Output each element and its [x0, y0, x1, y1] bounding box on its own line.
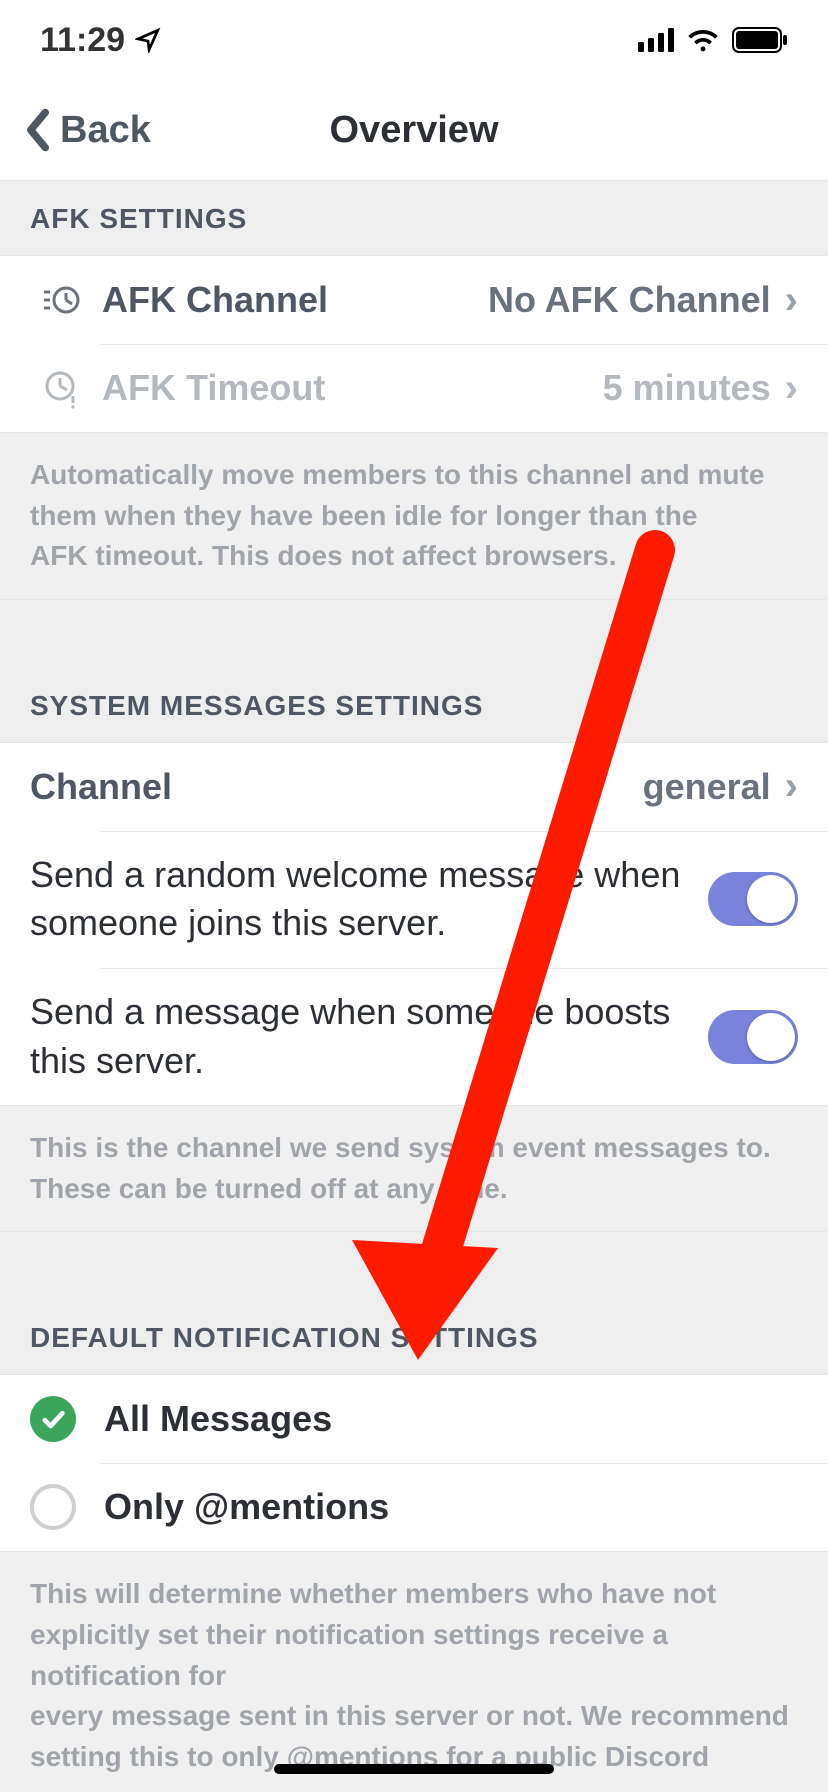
status-time: 11:29	[40, 21, 125, 60]
clock-alert-icon	[30, 366, 90, 410]
wifi-icon	[686, 28, 720, 52]
afk-channel-label: AFK Channel	[102, 279, 328, 321]
afk-channel-row[interactable]: AFK Channel No AFK Channel ›	[0, 256, 828, 344]
status-bar: 11:29	[0, 0, 828, 80]
notif-option-all[interactable]: All Messages	[0, 1375, 828, 1463]
boost-toggle[interactable]	[708, 1010, 798, 1064]
chevron-right-icon: ›	[785, 764, 798, 809]
radio-unchecked-icon	[30, 1484, 76, 1530]
system-footer: This is the channel we send system event…	[0, 1106, 828, 1231]
welcome-message-label: Send a random welcome message when someo…	[30, 851, 708, 948]
afk-timeout-value: 5 minutes	[603, 367, 771, 409]
welcome-toggle[interactable]	[708, 872, 798, 926]
section-header-notifications: DEFAULT NOTIFICATION SETTINGS	[0, 1231, 828, 1374]
welcome-message-row: Send a random welcome message when someo…	[0, 831, 828, 968]
system-channel-label: Channel	[30, 766, 172, 808]
cellular-signal-icon	[638, 28, 674, 52]
back-label: Back	[60, 109, 151, 152]
system-channel-value: general	[643, 766, 771, 808]
afk-footer: Automatically move members to this chann…	[0, 433, 828, 599]
location-icon	[135, 27, 161, 53]
radio-checked-icon	[30, 1396, 76, 1442]
home-indicator	[274, 1764, 554, 1774]
afk-channel-value: No AFK Channel	[488, 279, 771, 321]
notif-footer: This will determine whether members who …	[0, 1552, 828, 1792]
battery-icon	[732, 27, 788, 53]
back-button[interactable]: Back	[0, 108, 151, 152]
boost-message-row: Send a message when someone boosts this …	[0, 968, 828, 1105]
afk-timeout-label: AFK Timeout	[102, 367, 325, 409]
boost-message-label: Send a message when someone boosts this …	[30, 988, 708, 1085]
system-channel-row[interactable]: Channel general ›	[0, 743, 828, 831]
notif-option-mentions[interactable]: Only @mentions	[0, 1463, 828, 1551]
notif-all-label: All Messages	[104, 1398, 332, 1440]
section-header-system: SYSTEM MESSAGES SETTINGS	[0, 599, 828, 742]
section-header-afk: AFK SETTINGS	[0, 180, 828, 255]
nav-bar: Back Overview	[0, 80, 828, 180]
afk-timeout-row[interactable]: AFK Timeout 5 minutes ›	[0, 344, 828, 432]
chevron-right-icon: ›	[785, 366, 798, 411]
notif-mentions-label: Only @mentions	[104, 1486, 389, 1528]
afk-channel-icon	[30, 278, 90, 322]
chevron-right-icon: ›	[785, 278, 798, 323]
